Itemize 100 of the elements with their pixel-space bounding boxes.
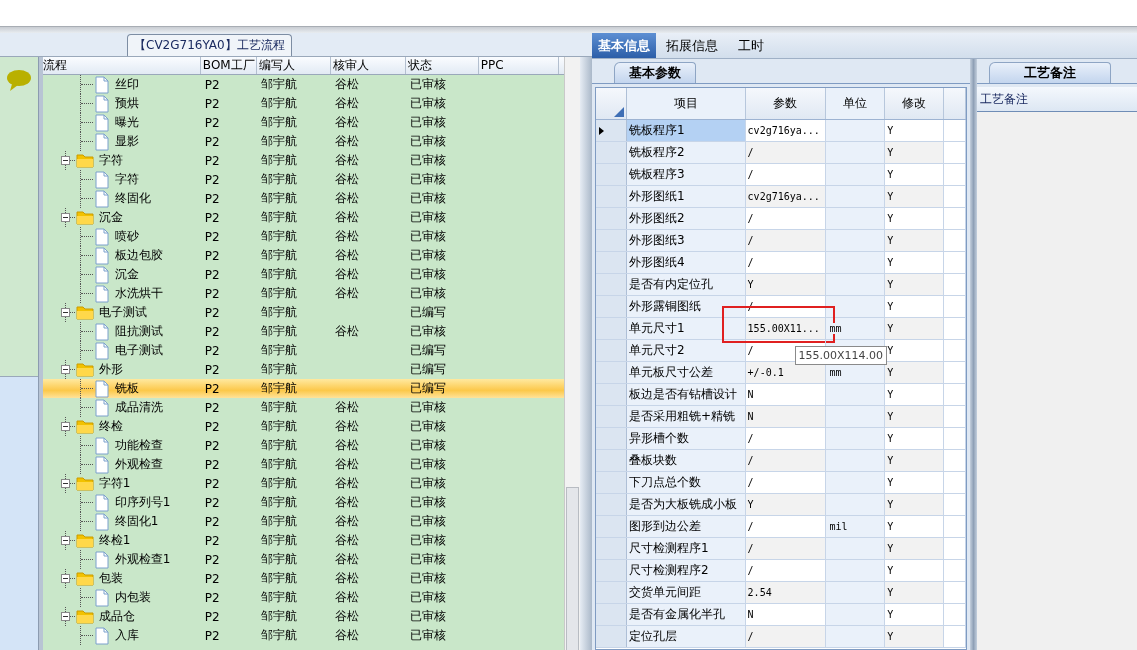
- speech-bubble-icon[interactable]: [5, 69, 32, 93]
- table-cell: 已审核: [409, 171, 446, 188]
- tree-row[interactable]: 功能检查 P2 邹宇航 谷松 已审核: [42, 436, 565, 455]
- step-name: 字符: [113, 171, 139, 188]
- collapse-icon[interactable]: [60, 574, 70, 583]
- document-icon: [93, 341, 110, 360]
- table-cell: 谷松: [334, 171, 359, 188]
- tree-row[interactable]: 包装 P2 邹宇航 谷松 已审核: [42, 569, 565, 588]
- step-name: 终固化: [113, 190, 151, 207]
- tree-row[interactable]: 铣板 P2 邹宇航 已编写: [42, 379, 565, 398]
- collapse-icon[interactable]: [60, 612, 70, 621]
- table-cell: Y: [885, 626, 945, 647]
- table-cell: 邹宇航: [260, 551, 297, 568]
- column-header[interactable]: 编写人: [256, 57, 331, 74]
- table-cell: 谷松: [334, 76, 359, 93]
- collapse-icon[interactable]: [60, 156, 70, 165]
- tab[interactable]: 工艺备注: [989, 62, 1111, 83]
- collapse-icon[interactable]: [60, 365, 70, 374]
- cell-value: /: [747, 147, 754, 158]
- cell-value: /: [747, 521, 754, 532]
- table-cell: Y: [885, 494, 945, 515]
- tree-row[interactable]: 沉金 P2 邹宇航 谷松 已审核: [42, 208, 565, 227]
- tree-row[interactable]: 电子测试 P2 邹宇航 已编写: [42, 341, 565, 360]
- tree-row[interactable]: 终检 P2 邹宇航 谷松 已审核: [42, 417, 565, 436]
- collapse-icon[interactable]: [60, 422, 70, 431]
- tree-row[interactable]: 显影 P2 邹宇航 谷松 已审核: [42, 132, 565, 151]
- cell-value: /: [747, 433, 754, 444]
- collapse-icon[interactable]: [60, 308, 70, 317]
- table-cell: P2: [204, 381, 220, 396]
- table-cell: 交货单元间距: [626, 582, 746, 603]
- tree-row[interactable]: 沉金 P2 邹宇航 谷松 已审核: [42, 265, 565, 284]
- table-cell: P2: [204, 457, 220, 472]
- tab[interactable]: 基本信息: [592, 33, 656, 58]
- document-icon: [93, 94, 110, 113]
- header-label: 工艺备注: [980, 90, 1028, 108]
- tree-row[interactable]: 内包装 P2 邹宇航 谷松 已审核: [42, 588, 565, 607]
- column-header[interactable]: PPC: [478, 57, 559, 74]
- tree-row[interactable]: 外观检查1 P2 邹宇航 谷松 已审核: [42, 550, 565, 569]
- tab[interactable]: 拓展信息: [656, 33, 728, 58]
- row-header[interactable]: [596, 120, 627, 141]
- tree-row[interactable]: 字符 P2 邹宇航 谷松 已审核: [42, 151, 565, 170]
- tree-row[interactable]: 预烘 P2 邹宇航 谷松 已审核: [42, 94, 565, 113]
- tree-row[interactable]: 入库 P2 邹宇航 谷松 已审核: [42, 626, 565, 645]
- column-header[interactable]: BOM工厂: [200, 57, 257, 74]
- table-cell: 已审核: [409, 114, 446, 131]
- column-header[interactable]: 核审人: [330, 57, 406, 74]
- tree-row[interactable]: 终固化1 P2 邹宇航 谷松 已审核: [42, 512, 565, 531]
- tree-row[interactable]: 终固化 P2 邹宇航 谷松 已审核: [42, 189, 565, 208]
- splitter-handle[interactable]: [970, 59, 977, 650]
- step-name: 终固化1: [113, 513, 159, 530]
- cell-value: /: [747, 477, 754, 488]
- table-cell: 谷松: [334, 228, 359, 245]
- collapse-icon[interactable]: [60, 536, 70, 545]
- column-header[interactable]: 项目: [626, 88, 746, 119]
- table-cell: 邹宇航: [260, 190, 297, 207]
- notes-area[interactable]: [977, 112, 1137, 650]
- tree-row[interactable]: 丝印 P2 邹宇航 谷松 已审核: [42, 75, 565, 94]
- table-cell: P2: [204, 343, 220, 358]
- splitter-handle[interactable]: [580, 57, 592, 650]
- table-cell: 谷松: [334, 532, 359, 549]
- tree-row[interactable]: 印序列号1 P2 邹宇航 谷松 已审核: [42, 493, 565, 512]
- collapse-icon[interactable]: [60, 479, 70, 488]
- table-cell: 邹宇航: [260, 494, 297, 511]
- tree-row[interactable]: 阻抗测试 P2 邹宇航 谷松 已审核: [42, 322, 565, 341]
- table-cell: 已审核: [409, 323, 446, 340]
- table-cell: Y: [885, 362, 945, 383]
- tree-row[interactable]: 成品仓 P2 邹宇航 谷松 已审核: [42, 607, 565, 626]
- cell-value: /: [747, 345, 754, 356]
- tree-row[interactable]: 电子测试 P2 邹宇航 已编写: [42, 303, 565, 322]
- tree-row[interactable]: 喷砂 P2 邹宇航 谷松 已审核: [42, 227, 565, 246]
- column-header[interactable]: 状态: [405, 57, 479, 74]
- tree-row[interactable]: 水洗烘干 P2 邹宇航 谷松 已审核: [42, 284, 565, 303]
- table-cell: P2: [204, 77, 220, 92]
- collapse-icon[interactable]: [60, 213, 70, 222]
- step-name: 曝光: [113, 114, 139, 131]
- tab[interactable]: 基本参数: [614, 62, 696, 83]
- cell-value: 2.54: [747, 587, 772, 598]
- current-row-icon: [599, 126, 604, 135]
- tree-row[interactable]: 字符1 P2 邹宇航 谷松 已审核: [42, 474, 565, 493]
- step-name: 电子测试: [97, 304, 147, 321]
- table-cell: 邹宇航: [260, 152, 297, 169]
- step-name: 外形: [97, 361, 123, 378]
- tab[interactable]: 工时: [728, 33, 774, 58]
- table-cell: Y: [885, 516, 945, 537]
- scrollbar[interactable]: [564, 57, 581, 650]
- tree-row[interactable]: 成品清洗 P2 邹宇航 谷松 已审核: [42, 398, 565, 417]
- tree-row[interactable]: 终检1 P2 邹宇航 谷松 已审核: [42, 531, 565, 550]
- table-cell: 谷松: [334, 418, 359, 435]
- tree-row[interactable]: 板边包胶 P2 邹宇航 谷松 已审核: [42, 246, 565, 265]
- tree-row[interactable]: 曝光 P2 邹宇航 谷松 已审核: [42, 113, 565, 132]
- column-header[interactable]: 单位: [826, 88, 886, 119]
- column-header[interactable]: 修改: [885, 88, 945, 119]
- tree-row[interactable]: 字符 P2 邹宇航 谷松 已审核: [42, 170, 565, 189]
- table-cell: 已审核: [409, 627, 446, 644]
- table-cell: 邹宇航: [260, 627, 297, 644]
- column-header[interactable]: 流程: [42, 57, 201, 74]
- table-cell: 已编写: [409, 342, 446, 359]
- table-cell: P2: [204, 153, 220, 168]
- table-cell: 谷松: [334, 570, 359, 587]
- tree-row[interactable]: 外观检查 P2 邹宇航 谷松 已审核: [42, 455, 565, 474]
